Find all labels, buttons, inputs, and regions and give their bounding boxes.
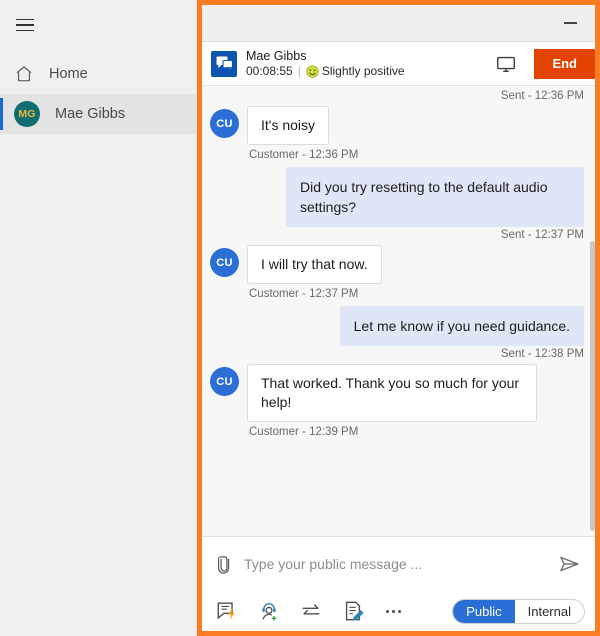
- more-dot: [392, 609, 395, 613]
- minimize-icon[interactable]: [557, 13, 583, 33]
- message-list: Sent - 12:36 PM CU It's noisy Customer -…: [202, 86, 595, 536]
- message-status: Sent - 12:36 PM: [500, 90, 584, 102]
- hamburger-icon[interactable]: [8, 8, 42, 42]
- message-row-incoming: CU It's noisy Customer - 12:36 PM: [206, 106, 586, 167]
- sidebar-item-home[interactable]: Home: [0, 54, 196, 94]
- message-bubble: I will try that now.: [247, 245, 382, 284]
- avatar: CU: [210, 248, 239, 277]
- message-row-incoming: CU I will try that now. Customer - 12:37…: [206, 245, 586, 306]
- minimize-bar: [563, 22, 577, 24]
- message-row-outgoing: Let me know if you need guidance.: [206, 306, 586, 346]
- scrollbar-track[interactable]: [590, 86, 595, 536]
- more-icon[interactable]: [384, 604, 403, 619]
- chat-panel: Mae Gibbs 00:08:55 | Slightly positive E…: [197, 0, 600, 636]
- composer-toolbar: Public Internal: [202, 591, 595, 631]
- more-dot: [398, 609, 401, 613]
- message-bubble: Let me know if you need guidance.: [339, 306, 584, 346]
- message-status: Sent - 12:37 PM: [500, 229, 584, 241]
- message-group: I will try that now. Customer - 12:37 PM: [247, 245, 382, 306]
- message-group: That worked. Thank you so much for your …: [247, 364, 537, 444]
- sidebar: Home MG Mae Gibbs: [0, 0, 197, 636]
- sentiment-label: Slightly positive: [321, 64, 405, 78]
- quick-reply-icon[interactable]: [216, 600, 238, 622]
- hamburger-bar: [16, 29, 34, 32]
- message-bubble: Did you try resetting to the default aud…: [286, 167, 584, 227]
- message-group: It's noisy Customer - 12:36 PM: [247, 106, 358, 167]
- message-bubble: It's noisy: [247, 106, 330, 145]
- more-dot: [386, 609, 389, 613]
- avatar: MG: [14, 101, 40, 127]
- message-row-incoming: CU That worked. Thank you so much for yo…: [206, 364, 586, 444]
- message-meta: Customer - 12:36 PM: [249, 149, 359, 161]
- conversation-header: Mae Gibbs 00:08:55 | Slightly positive E…: [202, 42, 595, 86]
- send-icon[interactable]: [557, 553, 583, 575]
- message-status: Sent - 12:38 PM: [500, 348, 584, 360]
- sidebar-item-label: Home: [49, 66, 88, 82]
- scrollbar-thumb[interactable]: [590, 241, 595, 531]
- sentiment-indicator: Slightly positive: [306, 64, 405, 78]
- call-duration: 00:08:55: [246, 64, 293, 78]
- sidebar-item-mae-gibbs[interactable]: MG Mae Gibbs: [0, 94, 196, 134]
- avatar: CU: [210, 367, 239, 396]
- add-agent-icon[interactable]: [258, 600, 280, 622]
- hamburger-bar: [16, 24, 34, 26]
- separator: |: [297, 64, 301, 78]
- panel-titlebar: [202, 5, 595, 42]
- message-composer: Public Internal: [202, 536, 595, 631]
- message-input[interactable]: [244, 549, 547, 579]
- end-button[interactable]: End: [534, 48, 595, 79]
- message-row-outgoing: Did you try resetting to the default aud…: [206, 167, 586, 227]
- message-meta: Customer - 12:39 PM: [249, 426, 359, 438]
- visibility-toggle: Public Internal: [452, 598, 585, 624]
- avatar: CU: [210, 109, 239, 138]
- sidebar-item-label: Mae Gibbs: [55, 106, 126, 122]
- visibility-option-public[interactable]: Public: [453, 599, 515, 623]
- paperclip-icon[interactable]: [214, 553, 234, 575]
- home-icon: [16, 66, 32, 82]
- conversation-name: Mae Gibbs: [246, 49, 307, 63]
- composer-input-row: [202, 537, 595, 591]
- monitor-icon[interactable]: [495, 53, 517, 75]
- note-icon[interactable]: [342, 600, 364, 622]
- visibility-option-internal[interactable]: Internal: [515, 600, 584, 623]
- message-bubble: That worked. Thank you so much for your …: [247, 364, 537, 422]
- conversation-meta: Mae Gibbs 00:08:55 | Slightly positive: [246, 49, 486, 78]
- slightly-positive-face-icon: [306, 64, 319, 78]
- transfer-icon[interactable]: [300, 600, 322, 622]
- hamburger-bar: [16, 18, 34, 21]
- app-root: Home MG Mae Gibbs Mae Gibbs 00:08:55 | S…: [0, 0, 600, 636]
- conversation-subline: 00:08:55 | Slightly positive: [246, 64, 486, 78]
- message-meta: Customer - 12:37 PM: [249, 288, 359, 300]
- chat-bubble-icon: [211, 50, 237, 77]
